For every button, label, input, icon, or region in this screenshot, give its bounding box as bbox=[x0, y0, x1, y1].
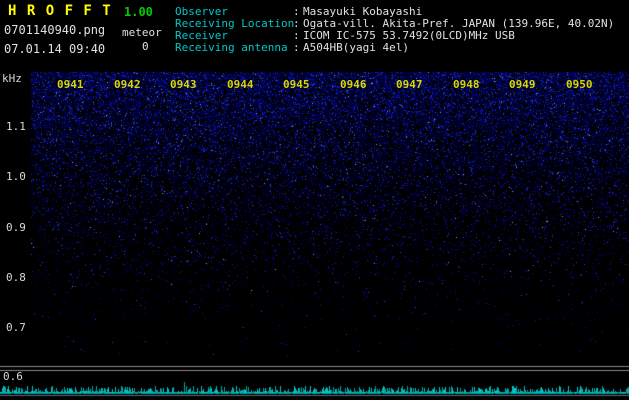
x-tick-label: 0946 bbox=[340, 78, 367, 91]
x-tick-label: 0944 bbox=[227, 78, 254, 91]
y-tick-label: 0.9 bbox=[6, 221, 26, 234]
observation-datetime: 07.01.14 09:40 bbox=[4, 42, 106, 56]
y-tick-label: 0.6 bbox=[3, 370, 23, 383]
info-value: A504HB(yagi 4el) bbox=[303, 41, 409, 54]
spectrogram-canvas bbox=[0, 0, 629, 400]
observation-mode-label: meteor bbox=[122, 26, 162, 39]
info-row-antenna: Receiving antenna : A504HB(yagi 4el) bbox=[175, 42, 614, 54]
y-tick-label: 0.7 bbox=[6, 321, 26, 334]
info-label: Receiving antenna bbox=[175, 41, 288, 54]
meteor-count: 0 bbox=[142, 40, 149, 53]
x-tick-label: 0945 bbox=[283, 78, 310, 91]
app-version: 1.00 bbox=[124, 5, 153, 19]
y-tick-label: 1.1 bbox=[6, 120, 26, 133]
x-tick-label: 0949 bbox=[509, 78, 536, 91]
x-tick-label: 0942 bbox=[114, 78, 141, 91]
y-tick-label: 0.8 bbox=[6, 271, 26, 284]
info-separator: : bbox=[293, 41, 300, 54]
y-tick-label: 1.0 bbox=[6, 170, 26, 183]
x-tick-label: 0948 bbox=[453, 78, 480, 91]
x-tick-label: 0941 bbox=[57, 78, 84, 91]
observer-info-block: Observer : Masayuki Kobayashi Receiving … bbox=[175, 6, 614, 54]
app-title: H R O F F T bbox=[8, 3, 112, 19]
output-filename: 0701140940.png bbox=[4, 23, 106, 37]
x-tick-label: 0947 bbox=[396, 78, 423, 91]
y-axis-unit: kHz bbox=[2, 72, 22, 85]
hrofft-spectrogram-screen: H R O F F T 1.00 0701140940.png meteor 0… bbox=[0, 0, 629, 400]
x-tick-label: 0943 bbox=[170, 78, 197, 91]
x-tick-label: 0950 bbox=[566, 78, 593, 91]
